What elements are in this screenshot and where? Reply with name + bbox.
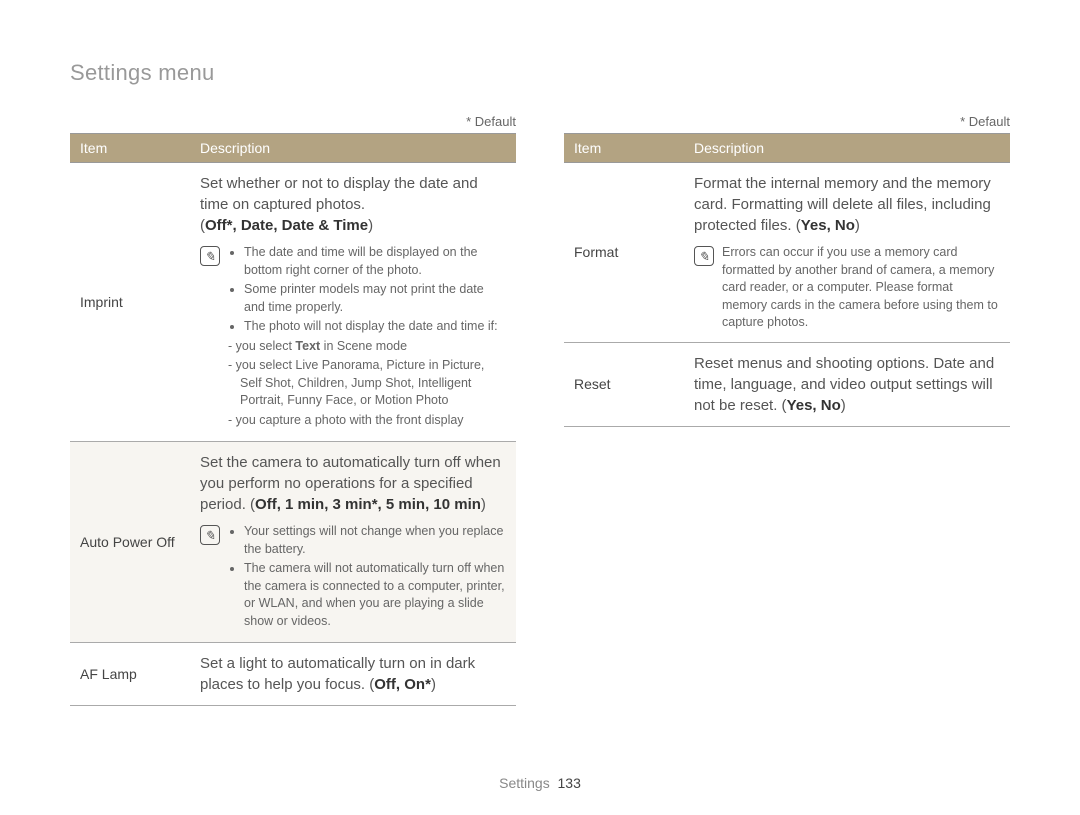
header-description: Description (684, 134, 1010, 163)
item-description: Set the camera to automatically turn off… (190, 442, 516, 643)
table-row: Format Format the internal memory and th… (564, 163, 1010, 343)
options-text: Off*, Date, Date & Time (205, 217, 368, 234)
note-item: The camera will not automatically turn o… (244, 560, 506, 630)
header-item: Item (70, 134, 190, 163)
item-description: Reset menus and shooting options. Date a… (684, 342, 1010, 426)
options-text: Off, On* (374, 676, 431, 693)
options-text: Yes, No (787, 397, 841, 414)
two-column-layout: * Default Item Description Imprint Set w… (70, 114, 1010, 706)
settings-table-left: Item Description Imprint Set whether or … (70, 133, 516, 706)
page-title: Settings menu (70, 60, 1010, 86)
subnote-item: you select Text in Scene mode (240, 338, 506, 356)
subnote-item: you select Live Panorama, Picture in Pic… (240, 357, 506, 410)
options-text: Off, 1 min, 3 min*, 5 min, 10 min (255, 496, 481, 513)
options-suffix: ) (368, 217, 373, 234)
note-block: ✎ Errors can occur if you use a memory c… (694, 244, 1000, 332)
footer-page: 133 (558, 775, 581, 791)
item-name: AF Lamp (70, 643, 190, 706)
item-description: Set whether or not to display the date a… (190, 163, 516, 442)
note-item: Some printer models may not print the da… (244, 281, 506, 316)
left-column: * Default Item Description Imprint Set w… (70, 114, 516, 706)
page-footer: Settings 133 (0, 775, 1080, 791)
note-block: ✎ Your settings will not change when you… (200, 523, 506, 632)
manual-page: Settings menu * Default Item Description… (0, 0, 1080, 815)
item-description: Format the internal memory and the memor… (684, 163, 1010, 343)
note-icon: ✎ (200, 525, 220, 545)
options-suffix: ) (481, 496, 486, 513)
options-text: Yes, No (801, 217, 855, 234)
note-icon: ✎ (200, 246, 220, 266)
default-note: * Default (564, 114, 1010, 129)
desc-text: Set whether or not to display the date a… (200, 175, 478, 213)
default-note: * Default (70, 114, 516, 129)
table-row: Reset Reset menus and shooting options. … (564, 342, 1010, 426)
footer-section: Settings (499, 775, 550, 791)
right-column: * Default Item Description Format Format… (564, 114, 1010, 706)
options-suffix: ) (841, 397, 846, 414)
settings-table-right: Item Description Format Format the inter… (564, 133, 1010, 427)
note-block: ✎ The date and time will be displayed on… (200, 244, 506, 431)
item-description: Set a light to automatically turn on in … (190, 643, 516, 706)
note-icon: ✎ (694, 246, 714, 266)
header-description: Description (190, 134, 516, 163)
table-row: AF Lamp Set a light to automatically tur… (70, 643, 516, 706)
note-item: The photo will not display the date and … (244, 318, 506, 336)
header-item: Item (564, 134, 684, 163)
item-name: Imprint (70, 163, 190, 442)
item-name: Format (564, 163, 684, 343)
note-item: Your settings will not change when you r… (244, 523, 506, 558)
note-text: Errors can occur if you use a memory car… (722, 244, 1000, 332)
table-row: Auto Power Off Set the camera to automat… (70, 442, 516, 643)
note-item: The date and time will be displayed on t… (244, 244, 506, 279)
item-name: Reset (564, 342, 684, 426)
options-suffix: ) (431, 676, 436, 693)
item-name: Auto Power Off (70, 442, 190, 643)
options-suffix: ) (855, 217, 860, 234)
table-row: Imprint Set whether or not to display th… (70, 163, 516, 442)
subnote-item: you capture a photo with the front displ… (240, 412, 506, 430)
